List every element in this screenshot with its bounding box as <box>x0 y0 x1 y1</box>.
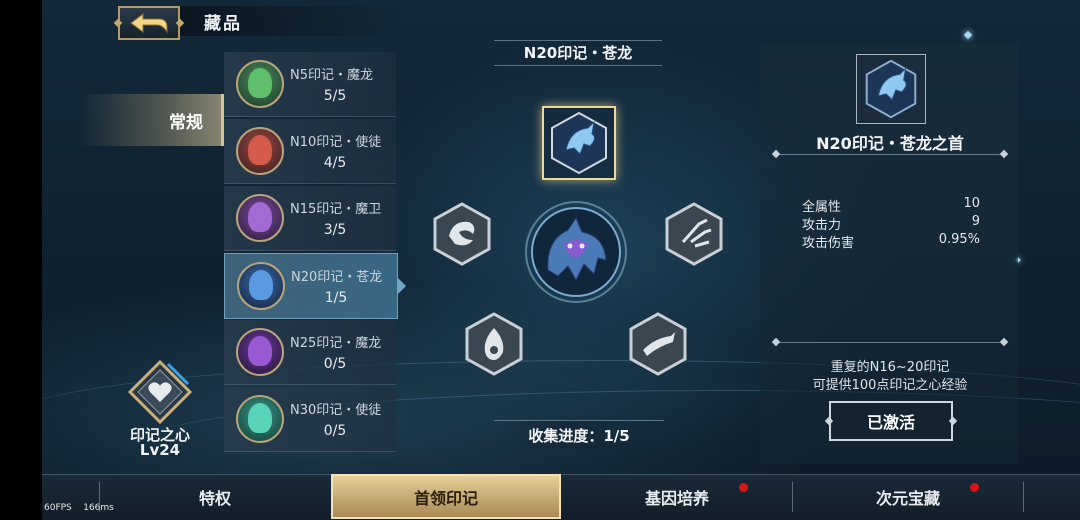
detail-mark-icon <box>856 54 926 124</box>
mark-name: N10印记・使徒 <box>290 135 382 150</box>
stat-label: 攻击力 <box>802 218 842 233</box>
mark-name: N25印记・魔龙 <box>290 336 382 351</box>
stat-row: 攻击伤害 0.95% <box>802 232 980 251</box>
mark-avatar <box>236 328 284 376</box>
slot-claw-left[interactable] <box>433 202 491 266</box>
dragon-head-icon <box>865 59 917 119</box>
mark-name: N20印记・苍龙 <box>291 270 383 285</box>
frame-ms: 166ms <box>83 503 114 513</box>
mark-avatar <box>236 194 284 242</box>
stat-value: 10 <box>963 196 980 211</box>
activated-button[interactable]: 已激活 <box>829 401 953 441</box>
list-item[interactable]: N5印记・魔龙 5/5 <box>224 52 396 117</box>
nav-divider <box>1023 482 1024 512</box>
mark-progress: 4/5 <box>323 155 347 171</box>
claw-icon <box>433 202 491 266</box>
mark-name: N5印记・魔龙 <box>290 68 373 83</box>
page-title: 藏品 <box>204 14 242 34</box>
collect-progress: 收集进度：1/5 <box>528 427 630 445</box>
stat-value: 9 <box>971 214 980 229</box>
dragon-core-portrait <box>524 200 628 304</box>
mark-progress: 1/5 <box>324 290 348 306</box>
tail-icon <box>629 312 687 376</box>
nav-tab-boss-mark[interactable]: 首领印记 <box>331 474 561 519</box>
flame-egg-icon <box>465 312 523 376</box>
back-button[interactable] <box>118 6 180 40</box>
mark-progress: 0/5 <box>323 356 347 372</box>
mark-progress: 5/5 <box>323 88 347 104</box>
nav-tab-gene[interactable]: 基因培养 <box>562 474 792 519</box>
mark-name: N15印记・魔卫 <box>290 202 382 217</box>
desc-line: 可提供100点印记之心经验 <box>812 378 968 393</box>
stat-value: 0.95% <box>938 232 980 247</box>
notification-dot <box>739 483 748 492</box>
heart-level: Lv24 <box>139 441 181 459</box>
detail-title: N20印记・苍龙之首 <box>816 134 964 153</box>
slot-egg[interactable] <box>465 312 523 376</box>
nav-tab-dimension-treasure[interactable]: 次元宝藏 <box>793 474 1023 519</box>
mark-name: N30印记・使徒 <box>290 403 382 418</box>
slot-tail[interactable] <box>629 312 687 376</box>
notification-dot <box>970 483 979 492</box>
stat-label: 全属性 <box>802 200 842 215</box>
dragon-portrait-icon <box>525 201 627 303</box>
category-tab-regular[interactable]: 常规 <box>80 94 224 146</box>
list-item[interactable]: N25印记・魔龙 0/5 <box>224 320 396 385</box>
category-label: 常规 <box>169 113 203 133</box>
mark-heart-badge[interactable] <box>127 359 193 425</box>
fps-counter: 60FPS 166ms <box>44 503 114 513</box>
list-item[interactable]: N15印记・魔卫 3/5 <box>224 186 396 251</box>
list-item[interactable]: N30印记・使徒 0/5 <box>224 387 396 452</box>
divider <box>776 154 1004 155</box>
mark-avatar <box>236 395 284 443</box>
slot-head-selected[interactable] <box>542 106 616 180</box>
center-title: N20印记・苍龙 <box>523 44 633 62</box>
nav-tab-privilege[interactable]: 特权 <box>100 474 330 519</box>
stat-row: 攻击力 9 <box>802 214 980 233</box>
stat-label: 攻击伤害 <box>802 236 855 251</box>
mark-avatar <box>236 60 284 108</box>
desc-line: 重复的N16~20印记 <box>830 360 950 375</box>
mark-progress: 3/5 <box>323 222 347 238</box>
divider <box>776 342 1004 343</box>
slot-claw-right[interactable] <box>665 202 723 266</box>
list-item-selected[interactable]: N20印记・苍龙 1/5 <box>224 253 406 319</box>
heart-diamond-icon <box>127 359 193 425</box>
mark-progress: 0/5 <box>323 423 347 439</box>
talon-icon <box>665 202 723 266</box>
fps-value: 60FPS <box>44 503 72 513</box>
mark-list: N5印记・魔龙 5/5 N10印记・使徒 4/5 N15印记・魔卫 3/5 N2… <box>224 52 406 456</box>
back-arrow-icon <box>130 13 168 34</box>
dragon-head-icon <box>551 111 607 175</box>
list-item[interactable]: N10印记・使徒 4/5 <box>224 119 396 184</box>
mark-avatar <box>236 127 284 175</box>
mark-avatar <box>237 262 285 310</box>
stat-row: 全属性 10 <box>802 196 980 215</box>
